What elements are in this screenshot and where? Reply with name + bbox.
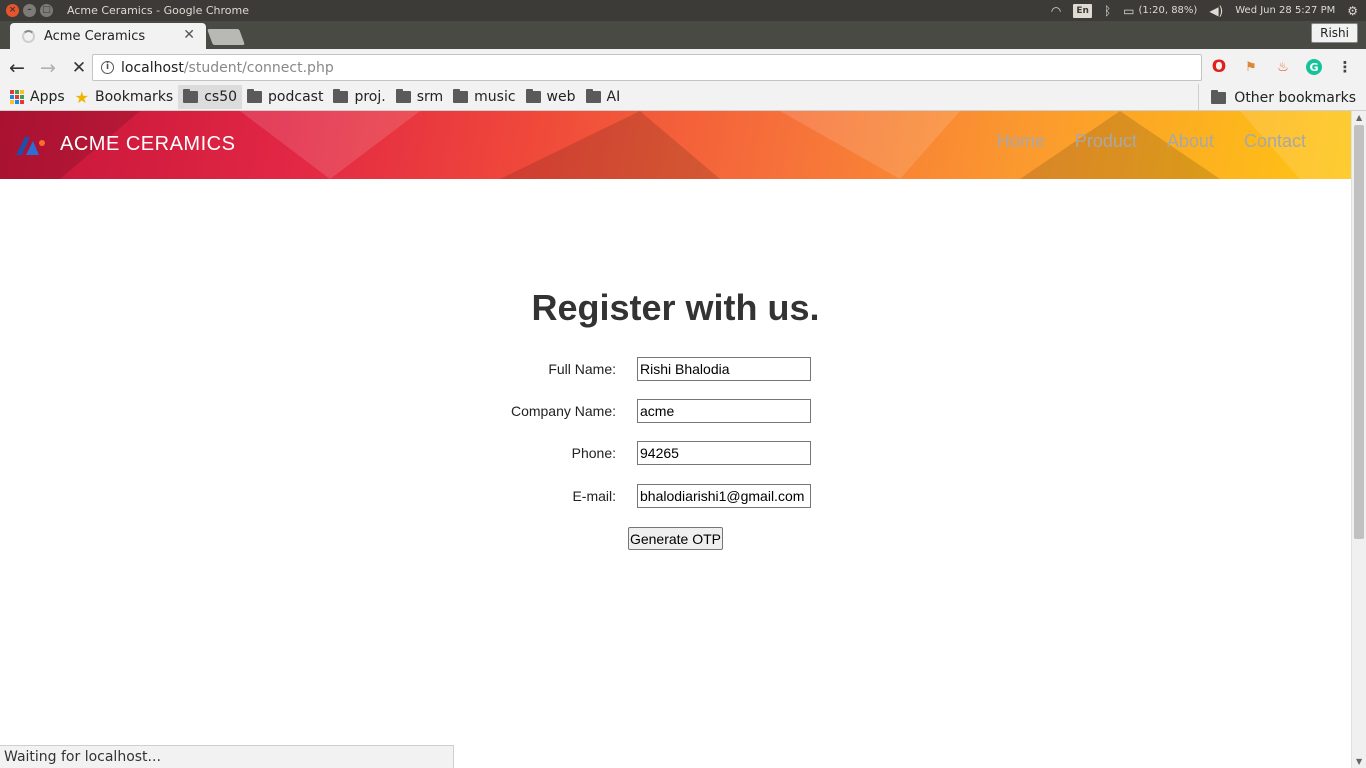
- site-header: ACME CERAMICS Home Product About Contact: [0, 111, 1351, 179]
- scrollbar-thumb[interactable]: [1354, 125, 1364, 539]
- window-title: Acme Ceramics - Google Chrome: [67, 4, 250, 17]
- company-name-label: Company Name:: [510, 403, 616, 419]
- folder-icon: [395, 89, 411, 103]
- page-scrollbar[interactable]: ▲ ▼: [1351, 111, 1366, 768]
- url-path: /student/connect.php: [183, 59, 334, 76]
- bookmark-label: web: [546, 89, 576, 105]
- form-row-company-name: Company Name:: [0, 399, 1351, 423]
- nav-link-home[interactable]: Home: [997, 131, 1045, 152]
- volume-icon[interactable]: ◀): [1209, 4, 1223, 18]
- bookmark-folder-podcast[interactable]: podcast: [242, 85, 328, 109]
- bookmark-label: podcast: [268, 89, 324, 105]
- os-top-bar: × – □ Acme Ceramics - Google Chrome ◠ En…: [0, 0, 1366, 21]
- bookmark-label: proj.: [354, 89, 386, 105]
- bookmark-folder-cs50[interactable]: cs50: [178, 85, 243, 109]
- battery-text: (1:20, 88%): [1138, 5, 1198, 16]
- full-name-input[interactable]: [637, 357, 811, 381]
- profile-button[interactable]: Rishi: [1311, 23, 1358, 43]
- bookmark-label: AI: [606, 89, 621, 105]
- nav-link-about[interactable]: About: [1167, 131, 1214, 152]
- clock[interactable]: Wed Jun 28 5:27 PM: [1235, 5, 1335, 16]
- apps-grid-icon: [10, 90, 24, 104]
- opera-vpn-extension-icon[interactable]: O: [1210, 57, 1228, 77]
- fire-extension-icon[interactable]: ♨: [1274, 58, 1292, 76]
- folder-icon: [1211, 89, 1227, 104]
- minimize-window-icon[interactable]: –: [23, 4, 36, 17]
- url-host: localhost: [121, 59, 184, 76]
- stop-loading-icon[interactable]: ✕: [65, 54, 93, 82]
- nav-link-contact[interactable]: Contact: [1244, 131, 1306, 152]
- folder-icon: [247, 89, 263, 103]
- forward-arrow-icon[interactable]: →: [34, 54, 62, 82]
- email-label: E-mail:: [572, 488, 616, 504]
- bookmark-label: cs50: [204, 89, 238, 105]
- acme-logo-icon: [16, 137, 45, 155]
- chrome-menu-icon[interactable]: ⋮: [1336, 58, 1354, 76]
- phone-label: Phone:: [571, 445, 616, 461]
- new-tab-button[interactable]: [207, 29, 245, 45]
- bookmark-folder-srm[interactable]: srm: [391, 85, 448, 109]
- email-input[interactable]: [637, 484, 811, 508]
- nav-link-product[interactable]: Product: [1075, 131, 1137, 152]
- system-tray: ◠ En ᛒ ▭ (1:20, 88%) ◀) Wed Jun 28 5:27 …: [1051, 0, 1358, 21]
- site-nav: Home Product About Contact: [997, 131, 1306, 152]
- form-row-email: E-mail:: [0, 484, 1351, 508]
- scroll-up-arrow-icon[interactable]: ▲: [1356, 113, 1362, 122]
- status-bubble: Waiting for localhost...: [0, 745, 454, 768]
- folder-icon: [525, 89, 541, 103]
- address-bar[interactable]: i localhost/student/connect.php: [92, 54, 1202, 81]
- window-controls: × – □: [6, 4, 53, 17]
- form-row-full-name: Full Name:: [0, 357, 1351, 381]
- bookmark-label: Apps: [30, 89, 65, 105]
- folder-icon: [585, 89, 601, 103]
- maximize-window-icon[interactable]: □: [40, 4, 53, 17]
- bookmark-label: srm: [416, 89, 444, 105]
- phone-input[interactable]: [637, 441, 811, 465]
- full-name-label: Full Name:: [548, 361, 616, 377]
- scroll-down-arrow-icon[interactable]: ▼: [1356, 757, 1362, 766]
- tab-acme-ceramics[interactable]: Acme Ceramics ✕: [10, 23, 206, 49]
- bookmark-folder-web[interactable]: web: [521, 85, 581, 109]
- folder-icon: [453, 89, 469, 103]
- page-viewport: ACME CERAMICS Home Product About Contact…: [0, 111, 1351, 768]
- bluetooth-icon[interactable]: ᛒ: [1104, 4, 1111, 18]
- bookmark-bookmarks[interactable]: ★ Bookmarks: [70, 85, 179, 109]
- extensions-area: O ⚑ ♨ G ⋮: [1210, 57, 1354, 77]
- loading-spinner-icon: [22, 29, 35, 43]
- bookmark-folder-proj[interactable]: proj.: [328, 85, 390, 109]
- bookmark-folder-music[interactable]: music: [448, 85, 520, 109]
- bookmark-apps[interactable]: Apps: [0, 85, 70, 109]
- close-window-icon[interactable]: ×: [6, 4, 19, 17]
- bookmarks-bar: Apps ★ Bookmarks cs50 podcast proj. srm …: [0, 84, 1366, 111]
- tab-strip: Acme Ceramics ✕ Rishi: [0, 21, 1366, 49]
- tab-title: Acme Ceramics: [44, 28, 146, 44]
- keyboard-layout-indicator[interactable]: En: [1073, 3, 1092, 18]
- grammarly-extension-icon[interactable]: G: [1306, 59, 1322, 75]
- generate-otp-button[interactable]: Generate OTP: [628, 527, 723, 550]
- company-name-input[interactable]: [637, 399, 811, 423]
- battery-icon: ▭: [1123, 3, 1135, 18]
- settings-gear-icon[interactable]: ⚙: [1347, 4, 1358, 18]
- bookmark-label: music: [474, 89, 516, 105]
- form-row-phone: Phone:: [0, 441, 1351, 465]
- bookmark-folder-ai[interactable]: AI: [581, 85, 626, 109]
- back-arrow-icon[interactable]: ←: [3, 54, 31, 82]
- browser-toolbar: ← → ✕ i localhost/student/connect.php O …: [0, 49, 1366, 86]
- brand-name[interactable]: ACME CERAMICS: [60, 133, 235, 156]
- tab-close-icon[interactable]: ✕: [183, 27, 195, 43]
- page-title: Register with us.: [531, 287, 820, 328]
- star-icon: ★: [74, 87, 89, 107]
- folder-icon: [183, 89, 199, 103]
- battery-indicator[interactable]: ▭ (1:20, 88%): [1123, 4, 1197, 18]
- bookmark-label: Bookmarks: [95, 89, 174, 105]
- wifi-icon[interactable]: ◠: [1051, 4, 1061, 18]
- folder-icon: [333, 89, 349, 103]
- site-info-icon[interactable]: i: [101, 61, 114, 74]
- flag-extension-icon[interactable]: ⚑: [1242, 58, 1260, 76]
- bookmark-other[interactable]: Other bookmarks: [1198, 84, 1356, 111]
- bookmark-label: Other bookmarks: [1234, 89, 1356, 106]
